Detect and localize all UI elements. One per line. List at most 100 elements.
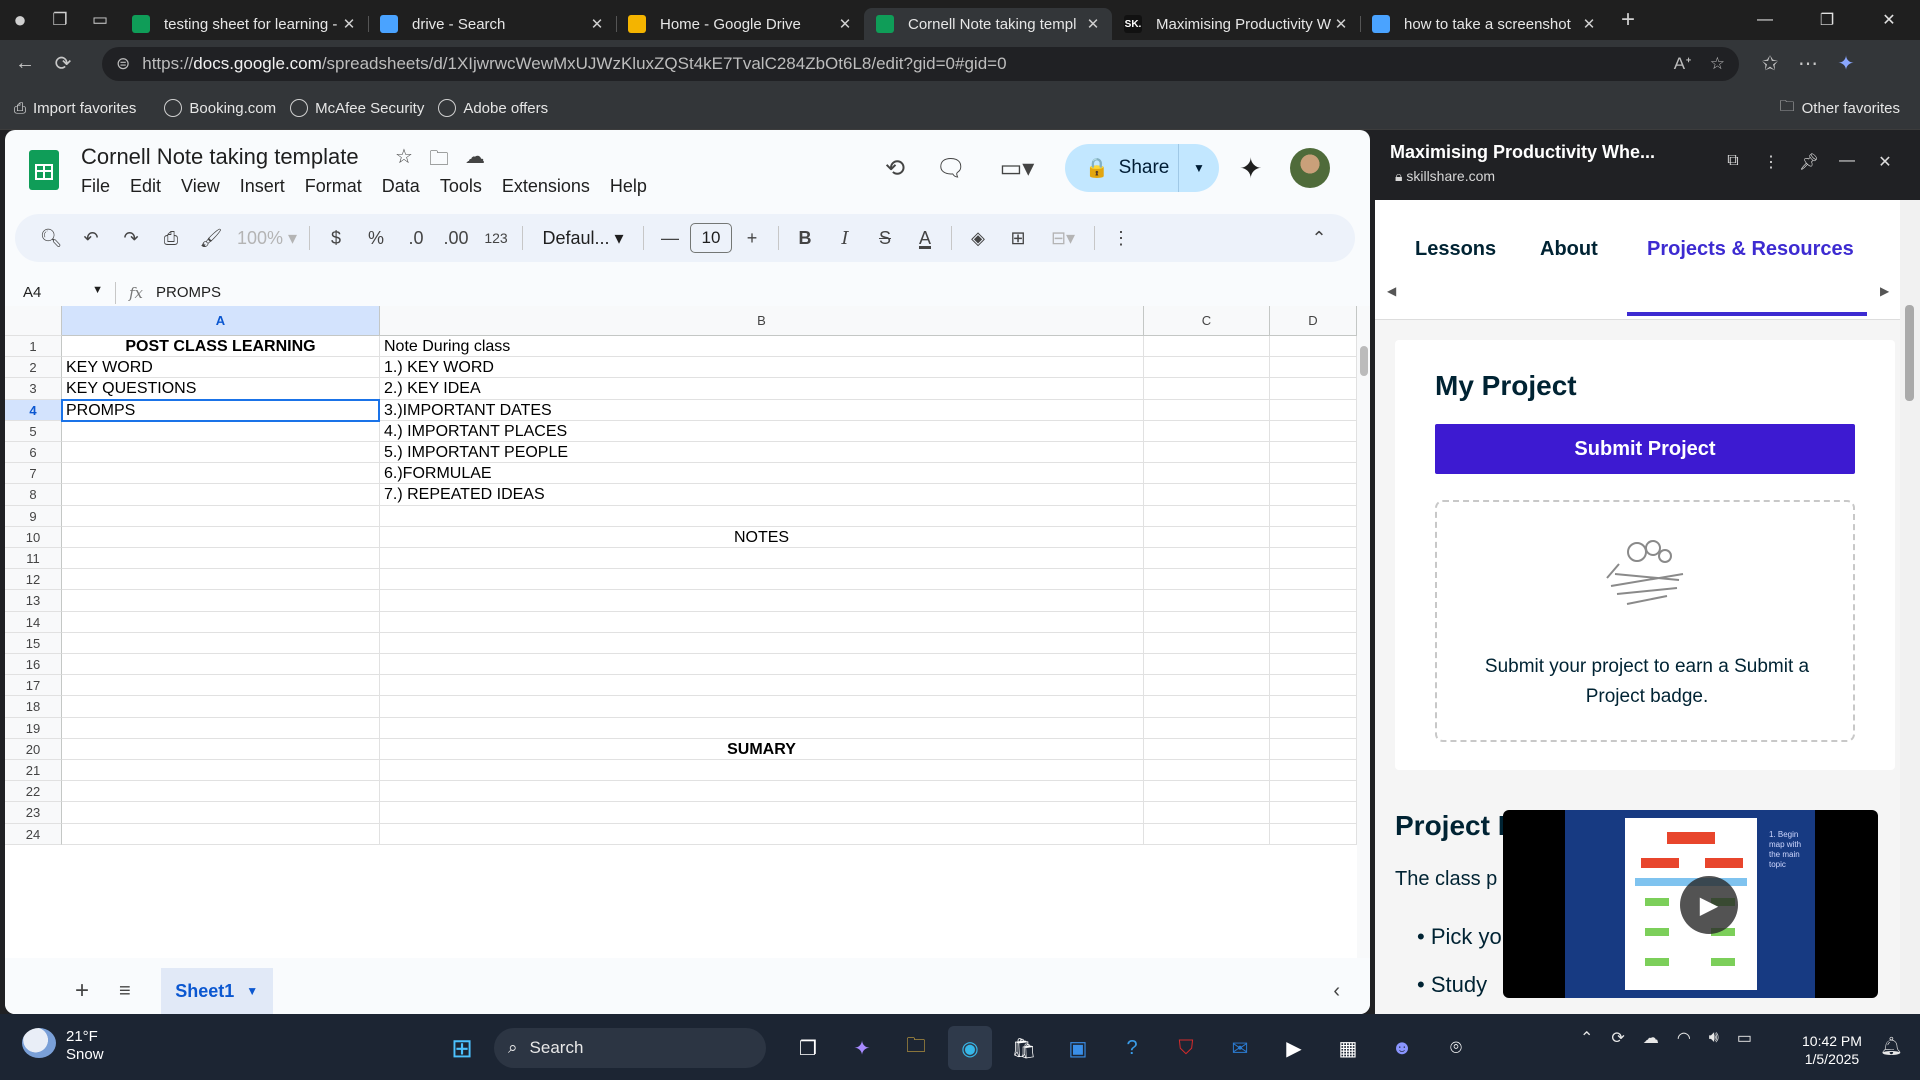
- row-header[interactable]: 3: [5, 378, 62, 400]
- cell-c1[interactable]: [1144, 336, 1270, 358]
- cell-d9[interactable]: [1270, 505, 1357, 527]
- cell-b11[interactable]: [380, 548, 1144, 570]
- cell-d6[interactable]: [1270, 442, 1357, 464]
- scroll-thumb[interactable]: [1905, 305, 1914, 401]
- side-panel-scrollbar[interactable]: [1900, 200, 1920, 1014]
- borders-icon[interactable]: ⊞: [998, 228, 1038, 249]
- tab-lessons[interactable]: Lessons: [1415, 238, 1496, 261]
- favorite-adobe[interactable]: Adobe offers: [438, 99, 548, 117]
- doc-title[interactable]: Cornell Note taking template: [81, 144, 359, 170]
- gemini-icon[interactable]: ✦: [1239, 152, 1262, 185]
- redo-icon[interactable]: ↷: [111, 228, 151, 249]
- vertical-scrollbar[interactable]: [1357, 306, 1370, 958]
- cell-a16[interactable]: [62, 654, 380, 676]
- cell-a12[interactable]: [62, 569, 380, 591]
- address-bar[interactable]: ⊜ https://docs.google.com/spreadsheets/d…: [102, 46, 1739, 81]
- cell-b1[interactable]: Note During class: [380, 336, 1144, 358]
- close-tab-icon[interactable]: ✕: [1580, 15, 1598, 33]
- tab-about[interactable]: About: [1540, 238, 1598, 261]
- row-header[interactable]: 14: [5, 611, 62, 633]
- cell-a9[interactable]: [62, 505, 380, 527]
- tabs-scroll-right-icon[interactable]: ▶: [1880, 284, 1889, 298]
- new-tab-button[interactable]: +: [1608, 0, 1648, 40]
- cell-b6[interactable]: 5.) IMPORTANT PEOPLE: [380, 442, 1144, 464]
- cell-c6[interactable]: [1144, 442, 1270, 464]
- cell-c21[interactable]: [1144, 760, 1270, 782]
- formula-input[interactable]: PROMPS: [156, 284, 1370, 301]
- meet-icon[interactable]: ▭▾: [979, 154, 1055, 183]
- cell-a23[interactable]: [62, 802, 380, 824]
- text-color-button[interactable]: A: [905, 228, 945, 249]
- edge-icon[interactable]: ◉: [948, 1026, 992, 1070]
- cell-c4[interactable]: [1144, 399, 1270, 421]
- cell-c19[interactable]: [1144, 717, 1270, 739]
- italic-button[interactable]: I: [825, 228, 865, 249]
- cell-c22[interactable]: [1144, 781, 1270, 803]
- cell-c14[interactable]: [1144, 611, 1270, 633]
- zoom-select[interactable]: 100% ▾: [231, 228, 303, 249]
- cell-a8[interactable]: [62, 484, 380, 506]
- discord-icon[interactable]: ☻: [1380, 1026, 1424, 1070]
- cell-b18[interactable]: [380, 696, 1144, 718]
- cell-b14[interactable]: [380, 611, 1144, 633]
- cell-b7[interactable]: 6.)FORMULAE: [380, 463, 1144, 485]
- workspaces-icon[interactable]: ❐: [40, 0, 80, 40]
- cell-a24[interactable]: [62, 823, 380, 845]
- volume-icon[interactable]: 🔊︎: [1709, 1029, 1719, 1047]
- close-tab-icon[interactable]: ✕: [588, 15, 606, 33]
- cell-d17[interactable]: [1270, 675, 1357, 697]
- cell-c20[interactable]: [1144, 738, 1270, 760]
- cloud-status-icon[interactable]: ☁: [465, 144, 485, 178]
- cell-c5[interactable]: [1144, 420, 1270, 442]
- cell-b22[interactable]: [380, 781, 1144, 803]
- select-all-corner[interactable]: [5, 306, 62, 336]
- browser-tab[interactable]: SK. Maximising Productivity W ✕: [1112, 8, 1361, 40]
- fill-color-icon[interactable]: ◈: [958, 228, 998, 249]
- cell-c23[interactable]: [1144, 802, 1270, 824]
- cell-d15[interactable]: [1270, 632, 1357, 654]
- sheets-logo-icon[interactable]: [29, 150, 59, 190]
- browser-tab[interactable]: testing sheet for learning - ✕: [120, 8, 369, 40]
- cell-b23[interactable]: [380, 802, 1144, 824]
- cell-a22[interactable]: [62, 781, 380, 803]
- cell-a4[interactable]: PROMPS: [62, 399, 380, 421]
- tab-projects-resources[interactable]: Projects & Resources: [1647, 238, 1854, 261]
- row-header[interactable]: 23: [5, 802, 62, 824]
- close-window-button[interactable]: ✕: [1858, 10, 1920, 30]
- more-icon[interactable]: ⋯: [1789, 46, 1827, 82]
- column-header[interactable]: A: [62, 306, 380, 336]
- cell-d20[interactable]: [1270, 738, 1357, 760]
- all-sheets-icon[interactable]: ≡: [119, 980, 131, 1003]
- row-header[interactable]: 22: [5, 781, 62, 803]
- row-header[interactable]: 15: [5, 632, 62, 654]
- menu-format[interactable]: Format: [305, 176, 362, 197]
- cell-a19[interactable]: [62, 717, 380, 739]
- row-header[interactable]: 11: [5, 548, 62, 570]
- row-header[interactable]: 24: [5, 823, 62, 845]
- cell-c2[interactable]: [1144, 357, 1270, 379]
- row-header[interactable]: 19: [5, 717, 62, 739]
- comments-icon[interactable]: 🗨: [923, 154, 979, 183]
- bold-button[interactable]: B: [785, 228, 825, 249]
- tabs-scroll-left-icon[interactable]: ◀: [1387, 284, 1396, 298]
- menu-help[interactable]: Help: [610, 176, 647, 197]
- strikethrough-button[interactable]: S: [865, 228, 905, 249]
- name-box[interactable]: A4 ▼: [5, 284, 115, 301]
- cell-c10[interactable]: [1144, 526, 1270, 548]
- cell-c24[interactable]: [1144, 823, 1270, 845]
- cell-c18[interactable]: [1144, 696, 1270, 718]
- notifications-icon[interactable]: 🔔︎: [1880, 1036, 1903, 1057]
- row-header[interactable]: 12: [5, 569, 62, 591]
- sheet-tab[interactable]: Sheet1 ▼: [160, 968, 273, 1014]
- row-header[interactable]: 20: [5, 738, 62, 760]
- close-tab-icon[interactable]: ✕: [340, 15, 358, 33]
- mcafee-icon[interactable]: ⛉: [1164, 1026, 1208, 1070]
- add-sheet-button[interactable]: +: [75, 977, 89, 1005]
- row-header[interactable]: 13: [5, 590, 62, 612]
- myhp-icon[interactable]: ▣: [1056, 1026, 1100, 1070]
- open-in-tab-icon[interactable]: ⧉: [1718, 152, 1748, 172]
- task-view-icon[interactable]: ❐: [786, 1026, 830, 1070]
- undo-icon[interactable]: ↶: [71, 228, 111, 249]
- favorite-booking[interactable]: Booking.com: [164, 99, 276, 117]
- cell-d4[interactable]: [1270, 399, 1357, 421]
